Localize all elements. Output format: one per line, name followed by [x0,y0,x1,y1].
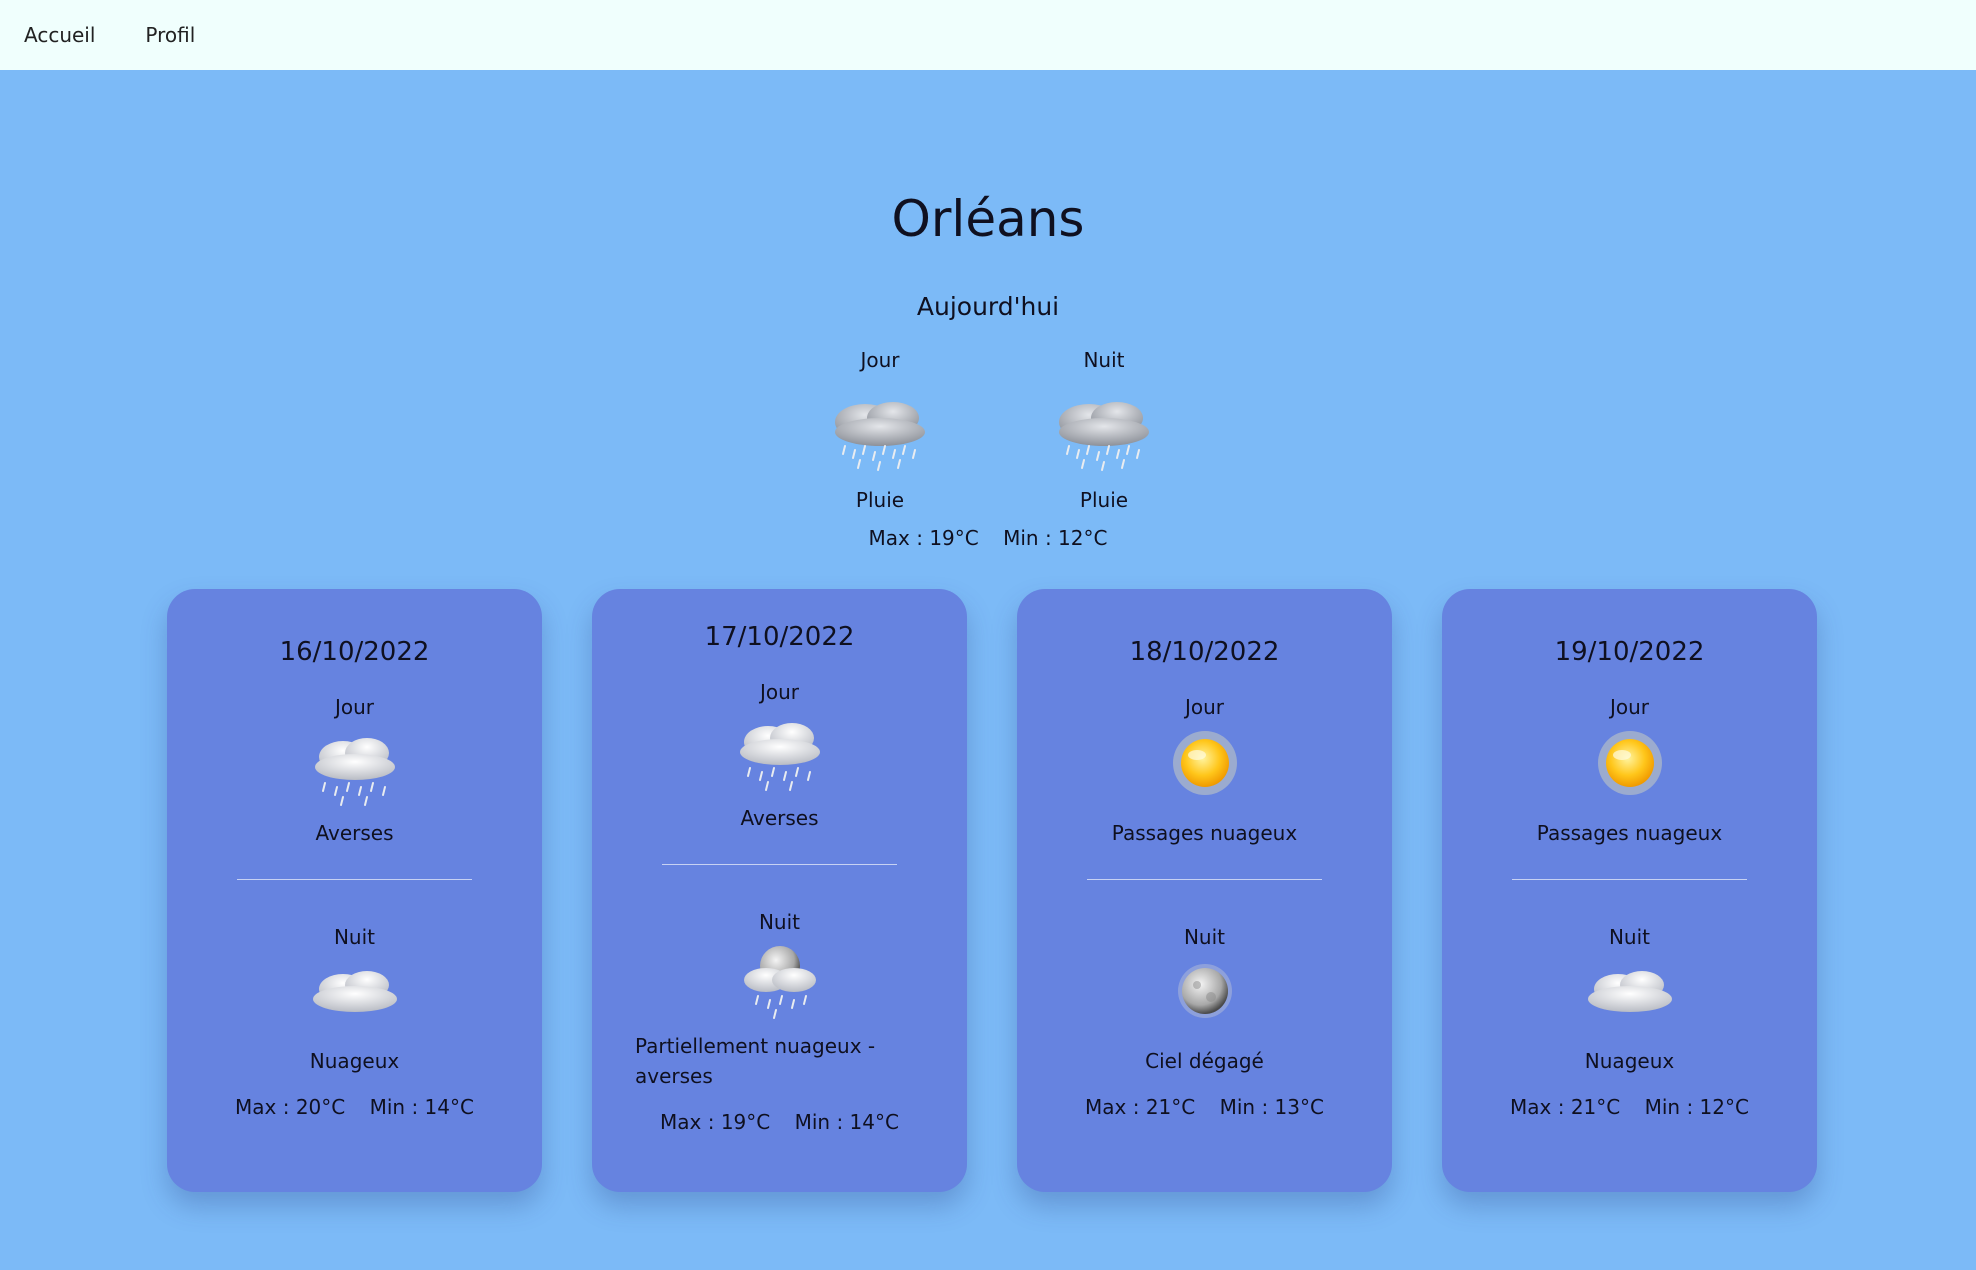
card-max: Max : 21°C [1085,1095,1196,1119]
rain-cloud-icon [1059,402,1149,471]
card-min: Min : 14°C [794,1110,899,1134]
night-desc: Nuageux [1584,1049,1675,1073]
night-label: Nuit [1608,925,1651,949]
today-day-label: Jour [860,348,900,372]
card-temperatures: Max : 21°C Min : 12°C [1442,1095,1817,1119]
forecast-card: 16/10/2022 Jour Averses Nuit Nuageux Max… [167,589,542,1192]
card-divider [1087,879,1322,880]
card-min: Min : 13°C [1219,1095,1324,1119]
night-label: Nuit [333,925,376,949]
card-divider [662,864,897,865]
today-night-label: Nuit [1083,348,1125,372]
moon-cloud-rain-icon [743,946,816,1019]
forecast-card: 19/10/2022 Jour Passages nuageux Nuit Nu… [1442,589,1817,1192]
card-temperatures: Max : 21°C Min : 13°C [1017,1095,1392,1119]
day-desc: Averses [740,806,819,830]
day-desc: Averses [315,821,394,845]
card-max: Max : 21°C [1510,1095,1621,1119]
nav-link-profile[interactable]: Profil [145,23,195,47]
night-desc: Partiellement nuageux - averses [635,1034,876,1088]
card-divider [237,879,472,880]
card-min: Min : 12°C [1644,1095,1749,1119]
today-night-desc: Pluie [1079,488,1129,512]
cloud-icon [1587,971,1672,1012]
forecast-date: 18/10/2022 [1129,637,1280,667]
night-desc: Nuageux [309,1049,400,1073]
day-desc: Passages nuageux [1536,821,1723,845]
forecast-card: 18/10/2022 Jour Passages nuageux Nuit Ci… [1017,589,1392,1192]
card-temperatures: Max : 20°C Min : 14°C [167,1095,542,1119]
showers-icon [739,723,820,791]
today-temperatures: Max : 19°C Min : 12°C [0,526,1976,550]
today-day-column: Jour Pluie [805,348,955,512]
forecast-date: 19/10/2022 [1554,637,1705,667]
card-temperatures: Max : 19°C Min : 14°C [592,1110,967,1134]
today-max: Max : 19°C [868,526,979,550]
card-min: Min : 14°C [369,1095,474,1119]
day-label: Jour [1184,695,1225,719]
night-desc: Ciel dégagé [1145,1049,1264,1073]
today-night-column: Nuit Pluie [1029,348,1179,512]
showers-icon [314,738,395,806]
card-max: Max : 20°C [235,1095,346,1119]
night-label: Nuit [1183,925,1226,949]
card-max: Max : 19°C [660,1110,771,1134]
today-day-desc: Pluie [855,488,905,512]
city-title: Orléans [891,190,1085,248]
today-min: Min : 12°C [1003,526,1108,550]
forecast-date: 17/10/2022 [704,622,855,652]
nav-link-home[interactable]: Accueil [24,23,95,47]
rain-cloud-icon [835,402,925,471]
day-label: Jour [759,680,800,704]
forecast-date: 16/10/2022 [279,637,430,667]
cloud-icon [312,971,397,1012]
card-divider [1512,879,1747,880]
top-nav: Accueil Profil [0,0,1976,70]
forecast-card: 17/10/2022 Jour Averses Nuit Partielleme… [592,589,967,1192]
day-label: Jour [334,695,375,719]
day-label: Jour [1609,695,1650,719]
sun-icon [1597,731,1662,795]
moon-icon [1177,964,1232,1018]
night-label: Nuit [758,910,801,934]
day-desc: Passages nuageux [1111,821,1298,845]
today-title: Aujourd'hui [916,292,1060,321]
sun-icon [1172,731,1237,795]
